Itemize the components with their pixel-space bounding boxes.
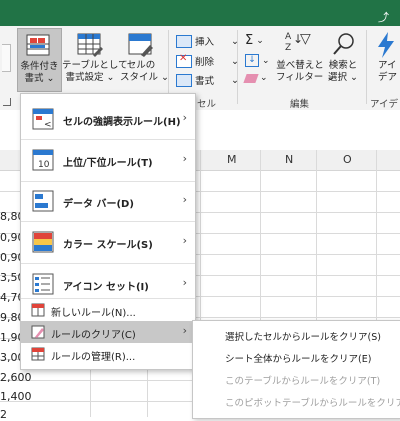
menu-item-label: データ バー(D) — [63, 199, 134, 210]
lightning-icon — [378, 32, 394, 58]
menu-item-clear-rules[interactable]: ルールのクリア(C) › — [21, 321, 195, 343]
conditional-format-button[interactable]: 条件付き 書式 ⌄ — [17, 28, 62, 92]
eraser-icon — [243, 73, 259, 83]
menu-item-data-bars[interactable]: データ バー(D) › — [21, 182, 195, 220]
insert-icon — [176, 34, 192, 48]
title-bar: ⤴ — [0, 0, 400, 26]
ideas-label-2: デア — [378, 72, 398, 83]
chevron-right-icon: › — [182, 276, 187, 289]
insert-label: 挿入 — [195, 37, 215, 48]
cell-value[interactable]: 2,600 — [0, 371, 32, 384]
search-icon — [333, 33, 354, 55]
menu-item-top-bottom-rules[interactable]: 10 上位/下位ルール(T) › — [21, 140, 195, 180]
column-header-m[interactable]: M — [227, 153, 237, 166]
chevron-right-icon: › — [182, 152, 187, 165]
dialog-launcher-icon[interactable] — [3, 98, 11, 106]
highlight-rules-icon: < — [32, 108, 54, 130]
format-label: 書式 — [195, 76, 215, 87]
chevron-right-icon: › — [182, 324, 187, 337]
svg-text:10: 10 — [38, 160, 50, 170]
clear-rules-icon — [31, 325, 45, 339]
menu-item-label: セルの強調表示ルール(H) — [63, 117, 181, 128]
share-icon[interactable]: ⤴ — [378, 9, 392, 24]
clear-rules-submenu: 選択したセルからルールをクリア(S) シート全体からルールをクリア(E) このテ… — [192, 320, 400, 419]
submenu-item-clear-sheet[interactable]: シート全体からルールをクリア(E) — [193, 347, 400, 369]
conditional-format-menu: < セルの強調表示ルール(H) › 10 上位/下位ルール(T) › データ バ… — [20, 93, 196, 370]
svg-text:<: < — [44, 120, 52, 130]
ideas-label-1: アイ — [378, 60, 397, 71]
chevron-right-icon: › — [182, 111, 187, 124]
menu-item-highlight-rules[interactable]: < セルの強調表示ルール(H) › — [21, 100, 195, 138]
data-bars-icon — [32, 190, 54, 212]
sort-filter-icon: AZ ↓ ▽ — [285, 31, 311, 53]
submenu-item-label: このピボットテーブルからルールをクリア(P) — [225, 398, 400, 409]
fill-down-icon: ↓ — [245, 54, 259, 67]
icon-sets-icon — [32, 273, 54, 295]
format-icon — [176, 73, 192, 87]
cond-format-label-1: 条件付き — [20, 61, 59, 72]
cells-group-label: セル — [197, 99, 217, 110]
find-label-2: 選択 ⌄ — [328, 72, 358, 83]
sort-filter-button[interactable]: AZ ↓ ▽ 並べ替えと フィルター ⌄ — [276, 28, 335, 90]
clear-button[interactable]: ⌄ — [243, 73, 268, 83]
submenu-item-label: このテーブルからルールをクリア(T) — [225, 376, 381, 387]
chevron-right-icon: › — [182, 234, 187, 247]
format-as-table-icon — [77, 33, 103, 57]
menu-item-label: カラー スケール(S) — [63, 240, 153, 251]
find-select-button[interactable]: 検索と 選択 ⌄ — [326, 28, 360, 90]
menu-item-label: 上位/下位ルール(T) — [63, 158, 153, 169]
column-header-n[interactable]: N — [285, 153, 293, 166]
ribbon-separator — [237, 30, 238, 104]
delete-icon: ✕ — [176, 53, 192, 68]
submenu-item-label: シート全体からルールをクリア(E) — [225, 354, 372, 365]
fill-button[interactable]: ↓ ⌄ — [245, 54, 270, 67]
cell-style-label-2: スタイル ⌄ — [120, 72, 169, 83]
cell-style-label-1: セルの — [126, 60, 156, 71]
ideas-button[interactable]: アイ デア — [372, 28, 400, 90]
clipboard-edge[interactable] — [2, 44, 11, 72]
submenu-item-clear-table: このテーブルからルールをクリア(T) — [193, 369, 400, 391]
submenu-item-label: 選択したセルからルールをクリア(S) — [225, 332, 381, 343]
table-format-label-1: テーブルとして — [62, 60, 128, 71]
cell-style-button[interactable]: セルの スタイル ⌄ — [120, 28, 169, 90]
menu-item-new-rule[interactable]: 新しいルール(N)... — [21, 299, 195, 321]
edit-group-label: 編集 — [290, 99, 310, 110]
menu-item-label: ルールのクリア(C) — [51, 330, 136, 341]
delete-label: 削除 — [195, 57, 215, 68]
ribbon-separator — [366, 30, 367, 104]
cond-format-label-2: 書式 ⌄ — [24, 73, 55, 84]
menu-item-label: 新しいルール(N)... — [51, 308, 136, 319]
color-scales-icon — [32, 231, 54, 253]
top-bottom-rules-icon: 10 — [32, 149, 54, 171]
sort-label-2: フィルター ⌄ — [276, 72, 335, 83]
chevron-right-icon: › — [182, 193, 187, 206]
menu-item-label: ルールの管理(R)... — [51, 352, 136, 363]
submenu-item-clear-selected[interactable]: 選択したセルからルールをクリア(S) — [193, 325, 400, 347]
autosum-button[interactable]: Σ ⌄ — [245, 33, 264, 48]
delete-button[interactable]: ✕ 削除 ⌄ — [176, 53, 239, 68]
cell-style-icon — [128, 33, 153, 57]
cell-value[interactable]: 2 — [0, 408, 7, 421]
manage-rules-icon — [31, 347, 45, 361]
column-header-o[interactable]: O — [343, 153, 352, 166]
submenu-item-clear-pivot: このピボットテーブルからルールをクリア(P) — [193, 391, 400, 413]
cell-value[interactable]: 1,400 — [0, 390, 32, 403]
menu-item-label: アイコン セット(I) — [63, 282, 149, 293]
menu-item-color-scales[interactable]: カラー スケール(S) › — [21, 222, 195, 262]
format-button[interactable]: 書式 ⌄ — [176, 73, 239, 87]
format-as-table-button[interactable]: テーブルとして 書式設定 ⌄ — [62, 28, 128, 90]
insert-button[interactable]: 挿入 ⌄ — [176, 34, 239, 48]
new-rule-icon — [31, 303, 45, 317]
menu-item-manage-rules[interactable]: ルールの管理(R)... — [21, 343, 195, 365]
find-label-1: 検索と — [328, 60, 358, 71]
conditional-format-icon — [26, 34, 50, 56]
sort-label-1: 並べ替えと — [276, 60, 324, 71]
table-format-label-2: 書式設定 ⌄ — [65, 72, 115, 83]
